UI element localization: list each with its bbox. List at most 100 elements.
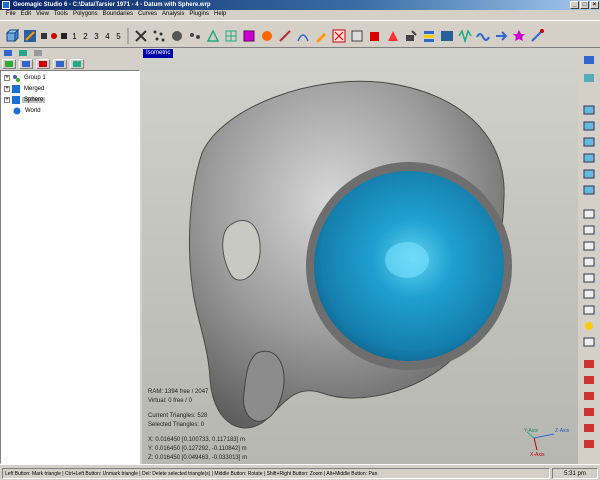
model-manager-tab-icon[interactable]	[2, 48, 14, 58]
select-through-icon[interactable]	[582, 422, 596, 434]
edit-tool-icon[interactable]	[313, 28, 329, 44]
points-display-icon[interactable]	[582, 304, 596, 316]
waveform-icon[interactable]	[457, 28, 473, 44]
select-visible-icon[interactable]	[582, 438, 596, 450]
pan-icon[interactable]	[582, 240, 596, 252]
close-button[interactable]: ×	[590, 1, 599, 9]
view-right-icon[interactable]	[582, 120, 596, 132]
tree-item-sphere[interactable]: + Sphere	[4, 95, 46, 105]
mesh-icon	[12, 85, 20, 93]
menu-tools[interactable]: Tools	[52, 10, 70, 19]
boundary-icon[interactable]	[241, 28, 257, 44]
light-icon[interactable]	[582, 320, 596, 332]
triangle-count: Current Triangles: 528	[148, 413, 208, 419]
triangulate-icon[interactable]	[385, 28, 401, 44]
view-iso-icon[interactable]	[582, 104, 596, 116]
view-back-icon[interactable]	[582, 152, 596, 164]
menu-curves[interactable]: Curves	[136, 10, 159, 19]
macro-4-button[interactable]: 4	[103, 32, 112, 41]
display-tab-icon[interactable]	[17, 48, 29, 58]
arrow-icon[interactable]	[493, 28, 509, 44]
stop-square-icon[interactable]	[60, 32, 68, 40]
select-all-icon[interactable]	[582, 374, 596, 386]
wrap-icon[interactable]	[205, 28, 221, 44]
expand-toggle[interactable]: +	[4, 86, 10, 92]
stop-icon[interactable]	[40, 32, 48, 40]
rotate-icon[interactable]	[582, 256, 596, 268]
tree-item-world[interactable]: World	[13, 106, 43, 116]
group-tool-icon[interactable]	[2, 58, 16, 69]
scatter-icon[interactable]	[187, 28, 203, 44]
record-icon[interactable]	[50, 32, 58, 40]
window-title: Geomagic Studio 6 - C:\Data\Tarsier 1971…	[13, 2, 211, 8]
menu-edit[interactable]: Edit	[19, 10, 33, 19]
panel-tools	[0, 58, 142, 69]
wireframe-icon[interactable]	[582, 288, 596, 300]
paint-icon[interactable]	[403, 28, 419, 44]
tree-item-merged[interactable]: + Merged	[4, 84, 46, 94]
delete-tool-icon[interactable]	[36, 58, 50, 69]
tree-item-group[interactable]: + Group 1	[4, 73, 48, 83]
ram-readout: RAM: 1394 free / 2047	[148, 389, 209, 395]
selection-mode-icon[interactable]	[582, 358, 596, 370]
dialog-tab-icon[interactable]	[32, 48, 44, 58]
y-coordinate: Y: 0.016450 [0.127292, -0.110842] m	[148, 446, 247, 452]
lasso-icon[interactable]	[582, 336, 596, 348]
zoom-icon[interactable]	[582, 224, 596, 236]
shading-icon[interactable]	[582, 272, 596, 284]
view-front-icon[interactable]	[582, 54, 596, 66]
menu-boundaries[interactable]: Boundaries	[101, 10, 135, 19]
shape-icon[interactable]	[367, 28, 383, 44]
macro-5-button[interactable]: 5	[114, 32, 123, 41]
model-tree: + Group 1 + Merged + Sphere World	[0, 70, 140, 464]
axis-triad	[526, 431, 555, 451]
selected-count: Selected Triangles: 0	[148, 422, 205, 428]
expand-toggle[interactable]: +	[4, 97, 10, 103]
macro-1-button[interactable]: 1	[70, 32, 79, 41]
view-top-icon[interactable]	[582, 72, 596, 84]
menu-analysis[interactable]: Analysis	[160, 10, 186, 19]
macro-3-button[interactable]: 3	[92, 32, 101, 41]
cut-tools-icon[interactable]	[133, 28, 149, 44]
select-none-icon[interactable]	[582, 390, 596, 402]
macro-2-button[interactable]: 2	[81, 32, 90, 41]
points-icon[interactable]	[151, 28, 167, 44]
group-icon	[12, 74, 20, 82]
menu-bar: File Edit View Tools Polygons Boundaries…	[0, 10, 600, 19]
brush-icon[interactable]	[277, 28, 293, 44]
folder-tool-icon[interactable]	[19, 58, 33, 69]
fill-holes-icon[interactable]	[259, 28, 275, 44]
invert-selection-icon[interactable]	[582, 406, 596, 418]
align-icon[interactable]	[529, 28, 545, 44]
grid-icon[interactable]	[223, 28, 239, 44]
wave-icon[interactable]	[475, 28, 491, 44]
view-custom-icon[interactable]	[582, 184, 596, 196]
display-tool-icon[interactable]	[70, 58, 84, 69]
layers-icon[interactable]	[421, 28, 437, 44]
tree-item-label: Merged	[24, 86, 45, 92]
menu-view[interactable]: View	[34, 10, 51, 19]
menu-help[interactable]: Help	[212, 10, 228, 19]
view-bottom-icon[interactable]	[582, 168, 596, 180]
3d-viewport[interactable]: Isometric RAM: 1394 free / 2047 Virtual:…	[142, 48, 578, 464]
menu-plugins[interactable]: Plugins	[187, 10, 211, 19]
star-icon[interactable]	[511, 28, 527, 44]
x-coordinate: X: 0.016450 [0.100733, 0.117183] m	[148, 437, 245, 443]
sections-icon[interactable]	[439, 28, 455, 44]
expand-toggle[interactable]: +	[4, 75, 10, 81]
toolbar-row: 1 2 3 4 5	[4, 28, 545, 44]
menu-polygons[interactable]: Polygons	[71, 10, 100, 19]
select-cube-icon[interactable]	[4, 28, 20, 44]
merge-tool-icon[interactable]	[53, 58, 67, 69]
delete-tri-icon[interactable]	[331, 28, 347, 44]
view-icon[interactable]	[22, 28, 38, 44]
curve-icon[interactable]	[295, 28, 311, 44]
flip-icon[interactable]	[349, 28, 365, 44]
maximize-button[interactable]: □	[580, 1, 589, 9]
minimize-button[interactable]: _	[570, 1, 579, 9]
menu-file[interactable]: File	[4, 10, 18, 19]
view-left-icon[interactable]	[582, 136, 596, 148]
blob-icon[interactable]	[169, 28, 185, 44]
z-coordinate: Z: 0.016450 [0.049463, -0.033013] m	[148, 455, 248, 461]
zoom-fit-icon[interactable]	[582, 208, 596, 220]
